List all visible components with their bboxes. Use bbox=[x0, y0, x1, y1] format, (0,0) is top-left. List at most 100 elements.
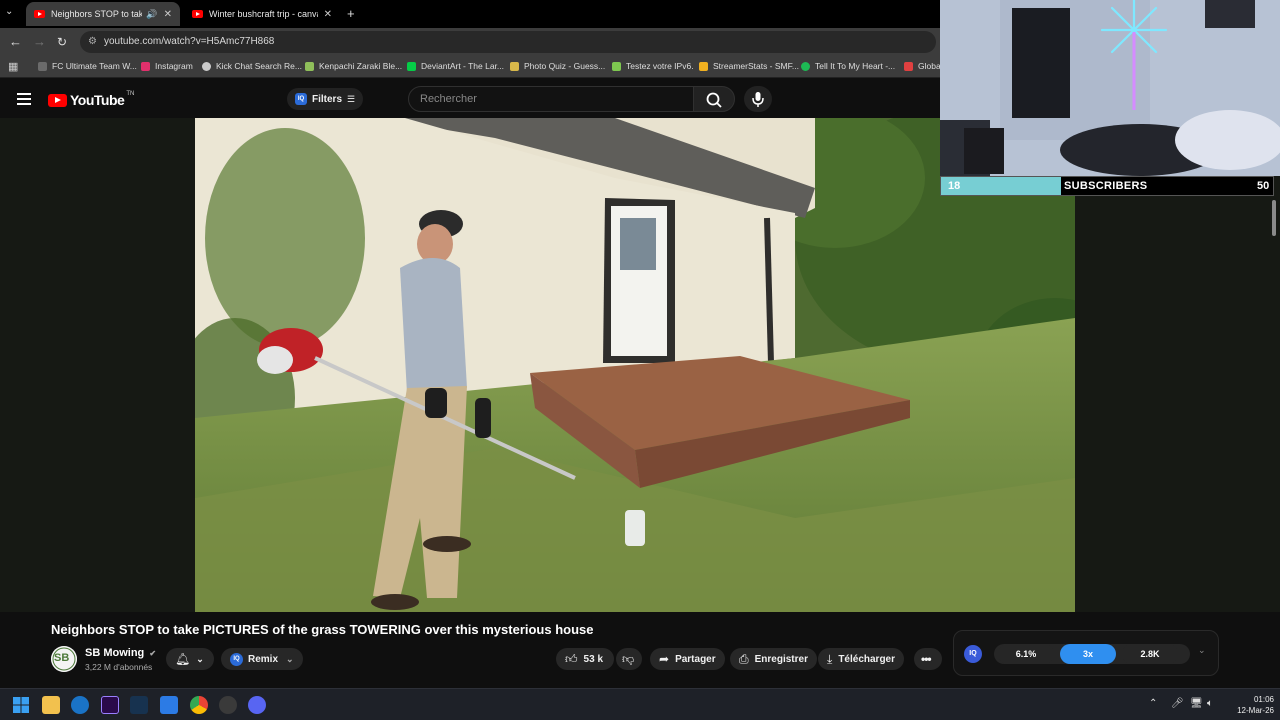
subscriber-label: SUBSCRIBERS bbox=[1064, 180, 1148, 192]
bookmark-item[interactable]: Globa bbox=[904, 61, 941, 71]
reload-icon[interactable]: ↻ bbox=[57, 34, 67, 50]
bookmark-icon bbox=[202, 61, 211, 71]
download-icon: ⤓ bbox=[827, 651, 833, 666]
bookmark-label: Instagram bbox=[155, 61, 193, 71]
close-tab-icon[interactable]: ✕ bbox=[324, 9, 332, 20]
channel-avatar[interactable]: SB bbox=[51, 646, 77, 672]
tab-search-icon[interactable]: ⌄ bbox=[5, 6, 13, 17]
windows-start-icon[interactable] bbox=[12, 696, 30, 714]
like-button[interactable]: 👍︎ 53 k bbox=[556, 648, 614, 670]
microphone-icon[interactable]: 🎤︎ bbox=[1171, 698, 1184, 709]
tab-title: Neighbors STOP to take PIC bbox=[51, 9, 143, 19]
bookmark-icon bbox=[305, 61, 314, 71]
download-button[interactable]: ⤓ Télécharger bbox=[818, 648, 905, 670]
bookmark-icon bbox=[904, 61, 913, 71]
search-input[interactable]: Rechercher bbox=[408, 86, 694, 112]
close-tab-icon[interactable]: ✕ bbox=[164, 9, 172, 20]
chevron-down-icon: ⌄ bbox=[196, 653, 204, 664]
bookmarks-bar: ▦ FC Ultimate Team W... Instagram Kick C… bbox=[0, 56, 941, 78]
bookmark-label: Globa bbox=[918, 61, 941, 71]
clock-time: 01:06 bbox=[1253, 695, 1274, 704]
iq-logo-icon: IQ bbox=[964, 645, 982, 663]
bookmark-item[interactable]: Kick Chat Search Re... bbox=[202, 61, 302, 71]
logo-country: TN bbox=[126, 91, 135, 97]
bookmark-item[interactable]: Photo Quiz - Guess... bbox=[510, 61, 605, 71]
dislike-button[interactable]: 👎︎ bbox=[616, 648, 642, 670]
chrome-icon[interactable] bbox=[190, 696, 208, 714]
iq-icon: IQ bbox=[295, 93, 307, 105]
apps-grid-icon[interactable]: ▦ bbox=[8, 60, 18, 73]
bookmark-item[interactable]: Kenpachi Zaraki Ble... bbox=[305, 61, 402, 71]
clock-date: 12-Mar-26 bbox=[1237, 706, 1274, 715]
chevron-down-icon: ⌄ bbox=[286, 653, 294, 664]
bookmark-item[interactable]: FC Ultimate Team W... bbox=[38, 61, 137, 71]
filters-button[interactable]: IQ Filters ☰ bbox=[287, 88, 364, 110]
notification-bell-button[interactable]: 🔔︎ ⌄ bbox=[166, 648, 214, 670]
voice-search-button[interactable] bbox=[744, 86, 772, 112]
app-icon[interactable] bbox=[160, 696, 178, 714]
more-icon: ••• bbox=[921, 652, 932, 666]
more-actions-button[interactable]: ••• bbox=[914, 648, 942, 670]
bookmark-item[interactable]: Tell It To My Heart -... bbox=[801, 61, 895, 71]
remix-button[interactable]: IQ Remix ⌄ bbox=[221, 648, 303, 670]
iq-stat-count[interactable]: 2.8K bbox=[1122, 644, 1178, 664]
tab-active[interactable]: Neighbors STOP to take PIC 🔊 ✕ bbox=[26, 2, 180, 26]
iq-stats-panel: IQ 6.1% 3x 2.8K ⌄ bbox=[953, 630, 1219, 676]
discord-icon[interactable] bbox=[248, 696, 266, 714]
tab-inactive[interactable]: Winter bushcraft trip - canvas h ✕ bbox=[184, 2, 340, 26]
bookmark-item[interactable]: Instagram bbox=[141, 61, 193, 71]
bookmark-item[interactable]: Testez votre IPv6. bbox=[612, 61, 694, 71]
youtube-header: YouTube TN IQ Filters ☰ Rechercher bbox=[0, 80, 940, 118]
menu-icon[interactable] bbox=[17, 93, 31, 105]
new-tab-icon[interactable]: + bbox=[347, 6, 355, 21]
bell-icon: 🔔︎ bbox=[175, 652, 191, 666]
deviantart-icon bbox=[407, 61, 416, 71]
address-bar[interactable]: ⚙ youtube.com/watch?v=H5Amc77H868 bbox=[80, 31, 936, 53]
remix-label: Remix bbox=[248, 653, 279, 665]
chevron-up-icon[interactable]: ⌃ bbox=[1149, 698, 1157, 709]
bookmark-item[interactable]: DeviantArt - The Lar... bbox=[407, 61, 504, 71]
spotify-icon bbox=[801, 61, 810, 71]
verified-icon: ✔ bbox=[149, 649, 157, 658]
logo-text: YouTube bbox=[70, 92, 125, 108]
channel-subscribers: 3,22 M d'abonnés bbox=[85, 662, 153, 672]
network-icon[interactable]: 🖥︎ bbox=[1190, 698, 1203, 709]
thumbs-down-icon: 👎︎ bbox=[622, 651, 635, 666]
premiere-icon[interactable] bbox=[101, 696, 119, 714]
forward-icon[interactable]: → bbox=[33, 34, 46, 50]
volume-icon[interactable]: 🔈︎ bbox=[1207, 698, 1213, 709]
chevron-down-icon[interactable]: ⌄ bbox=[1198, 645, 1206, 656]
save-button[interactable]: ⎙ Enregistrer bbox=[730, 648, 817, 670]
file-explorer-icon[interactable] bbox=[42, 696, 60, 714]
tab-title: Winter bushcraft trip - canvas h bbox=[209, 9, 318, 19]
iq-stat-percent[interactable]: 6.1% bbox=[998, 644, 1054, 664]
bookmark-item[interactable]: StreamerStats - SMF... bbox=[699, 61, 799, 71]
bookmark-icon bbox=[612, 61, 621, 71]
back-icon[interactable]: ← bbox=[9, 34, 22, 50]
webcam-overlay bbox=[940, 0, 1280, 176]
iq-stat-multiplier[interactable]: 3x bbox=[1060, 644, 1116, 664]
bookmark-icon bbox=[510, 61, 519, 71]
youtube-favicon-icon bbox=[34, 10, 45, 18]
steam-icon[interactable] bbox=[130, 696, 148, 714]
youtube-favicon-icon bbox=[192, 10, 203, 18]
share-button[interactable]: ➦ Partager bbox=[650, 648, 725, 670]
like-count: 53 k bbox=[583, 653, 604, 665]
system-clock[interactable]: 01:06 12-Mar-26 bbox=[1222, 694, 1274, 716]
channel-name[interactable]: SB Mowing ✔ bbox=[85, 647, 156, 659]
bookmark-icon bbox=[38, 61, 47, 71]
instagram-icon bbox=[141, 61, 150, 71]
bookmark-label: Tell It To My Heart -... bbox=[815, 61, 896, 71]
audio-icon[interactable]: 🔊 bbox=[146, 9, 157, 20]
youtube-logo[interactable]: YouTube TN bbox=[48, 91, 135, 108]
tab-strip: ⌄ Neighbors STOP to take PIC 🔊 ✕ Winter … bbox=[0, 0, 940, 28]
subscriber-current: 18 bbox=[948, 180, 961, 192]
outlook-icon[interactable] bbox=[71, 696, 89, 714]
bookmark-icon bbox=[699, 61, 708, 71]
site-info-icon[interactable]: ⚙ bbox=[88, 31, 97, 53]
search-button[interactable] bbox=[693, 86, 735, 112]
app-icon[interactable] bbox=[219, 696, 237, 714]
scrollbar-thumb[interactable] bbox=[1272, 200, 1276, 236]
search-icon bbox=[706, 92, 722, 108]
share-icon: ➦ bbox=[659, 652, 670, 666]
